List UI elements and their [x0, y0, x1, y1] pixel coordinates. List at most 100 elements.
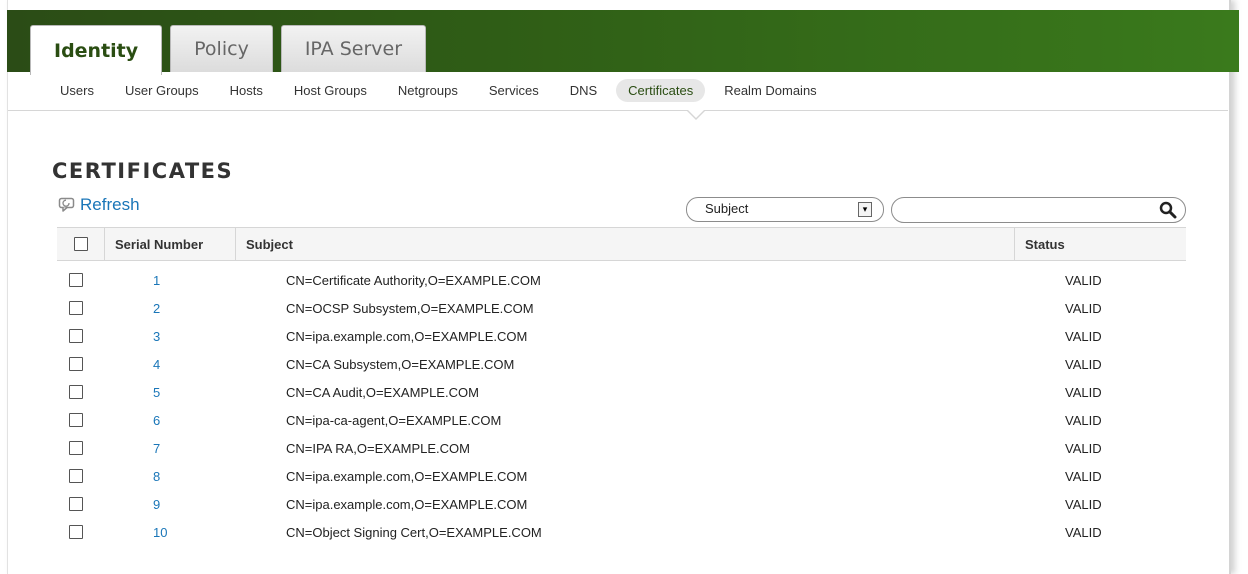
serial-cell: 3	[97, 322, 276, 350]
subject-cell: CN=Object Signing Cert,O=EXAMPLE.COM	[286, 524, 542, 540]
row-checkbox[interactable]	[69, 497, 83, 511]
tab-label: Identity	[54, 39, 139, 62]
serial-number-link[interactable]: 10	[153, 525, 167, 540]
row-checkbox[interactable]	[69, 385, 83, 399]
row-checkbox[interactable]	[69, 441, 83, 455]
status-cell: VALID	[1065, 440, 1102, 456]
serial-number-link[interactable]: 8	[153, 469, 160, 484]
table-body: 1 CN=Certificate Authority,O=EXAMPLE.COM V…	[57, 261, 1186, 546]
subnav-netgroups[interactable]: Netgroups	[386, 79, 470, 102]
row-checkbox[interactable]	[69, 329, 83, 343]
subject-cell: CN=ipa.example.com,O=EXAMPLE.COM	[286, 468, 528, 484]
search-field[interactable]	[891, 197, 1186, 223]
status-cell: VALID	[1065, 524, 1102, 540]
serial-number-link[interactable]: 9	[153, 497, 160, 512]
refresh-icon	[58, 197, 75, 212]
subject-cell: CN=Certificate Authority,O=EXAMPLE.COM	[286, 272, 541, 288]
table-header: Serial Number Subject Status	[57, 227, 1186, 261]
table-row: 8 CN=ipa.example.com,O=EXAMPLE.COM VALID	[57, 462, 1186, 490]
row-checkbox[interactable]	[69, 301, 83, 315]
row-select-cell	[57, 294, 97, 322]
serial-cell: 1	[97, 266, 276, 294]
row-select-cell	[57, 378, 97, 406]
serial-number-link[interactable]: 4	[153, 357, 160, 372]
active-indicator-notch-fill	[688, 110, 704, 118]
column-header-status[interactable]: Status	[1015, 228, 1186, 260]
status-cell: VALID	[1065, 496, 1102, 512]
subject-cell: CN=ipa.example.com,O=EXAMPLE.COM	[286, 496, 528, 512]
subject-cell: CN=IPA RA,O=EXAMPLE.COM	[286, 440, 470, 456]
serial-number-link[interactable]: 3	[153, 329, 160, 344]
table-row: 10 CN=Object Signing Cert,O=EXAMPLE.COM VA…	[57, 518, 1186, 546]
subject-cell: CN=ipa-ca-agent,O=EXAMPLE.COM	[286, 412, 502, 428]
serial-cell: 2	[97, 294, 276, 322]
table-row: 7 CN=IPA RA,O=EXAMPLE.COM VALID	[57, 434, 1186, 462]
table-row: 4 CN=CA Subsystem,O=EXAMPLE.COM VALID	[57, 350, 1186, 378]
refresh-label: Refresh	[80, 195, 140, 214]
status-cell: VALID	[1065, 356, 1102, 372]
serial-cell: 10	[97, 518, 276, 546]
row-select-cell	[57, 490, 97, 518]
row-checkbox[interactable]	[69, 413, 83, 427]
serial-cell: 8	[97, 462, 276, 490]
status-cell: VALID	[1065, 300, 1102, 316]
subject-cell: CN=CA Audit,O=EXAMPLE.COM	[286, 384, 479, 400]
serial-cell: 6	[97, 406, 276, 434]
status-cell: VALID	[1065, 468, 1102, 484]
search-attribute-select[interactable]: Subject ▾	[686, 197, 884, 222]
row-select-cell	[57, 518, 97, 546]
table-row: 9 CN=ipa.example.com,O=EXAMPLE.COM VALID	[57, 490, 1186, 518]
row-checkbox[interactable]	[69, 357, 83, 371]
subnav-user-groups[interactable]: User Groups	[113, 79, 211, 102]
tab-label: Policy	[194, 38, 249, 60]
status-cell: VALID	[1065, 328, 1102, 344]
select-value: Subject	[705, 201, 749, 216]
subnav-certificates[interactable]: Certificates	[616, 78, 706, 102]
refresh-button[interactable]: Refresh	[58, 195, 140, 215]
tab-ipa-server[interactable]: IPA Server	[280, 25, 427, 72]
row-select-cell	[57, 266, 97, 294]
serial-number-link[interactable]: 7	[153, 441, 160, 456]
select-all-checkbox[interactable]	[73, 237, 88, 251]
subject-cell: CN=ipa.example.com,O=EXAMPLE.COM	[286, 328, 528, 344]
search-input[interactable]	[904, 201, 1154, 219]
row-checkbox[interactable]	[69, 469, 83, 483]
tab-identity[interactable]: Identity	[30, 25, 163, 75]
row-select-cell	[57, 350, 97, 378]
tab-policy[interactable]: Policy	[170, 25, 273, 72]
tab-label: IPA Server	[304, 38, 403, 60]
table-row: 3 CN=ipa.example.com,O=EXAMPLE.COM VALID	[57, 322, 1186, 350]
search-icon[interactable]	[1159, 201, 1177, 219]
serial-number-link[interactable]: 1	[153, 273, 160, 288]
column-header-subject[interactable]: Subject	[236, 228, 1015, 260]
subnav-hosts[interactable]: Hosts	[218, 79, 275, 102]
row-select-cell	[57, 322, 97, 350]
serial-number-link[interactable]: 2	[153, 301, 160, 316]
serial-cell: 9	[97, 490, 276, 518]
certificates-table: Serial Number Subject Status 1 CN=Certifi…	[57, 227, 1186, 546]
sub-navigation: Users User Groups Hosts Host Groups Netg…	[48, 78, 836, 102]
row-checkbox[interactable]	[69, 273, 83, 287]
status-cell: VALID	[1065, 384, 1102, 400]
serial-cell: 4	[97, 350, 276, 378]
table-row: 5 CN=CA Audit,O=EXAMPLE.COM VALID	[57, 378, 1186, 406]
table-row: 6 CN=ipa-ca-agent,O=EXAMPLE.COM VALID	[57, 406, 1186, 434]
row-select-cell	[57, 406, 97, 434]
subject-cell: CN=CA Subsystem,O=EXAMPLE.COM	[286, 356, 515, 372]
subject-cell: CN=OCSP Subsystem,O=EXAMPLE.COM	[286, 300, 534, 316]
table-row: 1 CN=Certificate Authority,O=EXAMPLE.COM V…	[57, 266, 1186, 294]
subnav-divider	[8, 110, 1228, 111]
serial-cell: 7	[97, 434, 276, 462]
select-all-cell	[57, 228, 105, 260]
subnav-realm-domains[interactable]: Realm Domains	[712, 79, 828, 102]
subnav-host-groups[interactable]: Host Groups	[282, 79, 379, 102]
subnav-dns[interactable]: DNS	[558, 79, 609, 102]
row-checkbox[interactable]	[69, 525, 83, 539]
column-header-serial[interactable]: Serial Number	[105, 228, 236, 260]
table-row: 2 CN=OCSP Subsystem,O=EXAMPLE.COM VALID	[57, 294, 1186, 322]
subnav-services[interactable]: Services	[477, 79, 551, 102]
subnav-users[interactable]: Users	[48, 79, 106, 102]
serial-number-link[interactable]: 5	[153, 385, 160, 400]
serial-number-link[interactable]: 6	[153, 413, 160, 428]
row-select-cell	[57, 462, 97, 490]
